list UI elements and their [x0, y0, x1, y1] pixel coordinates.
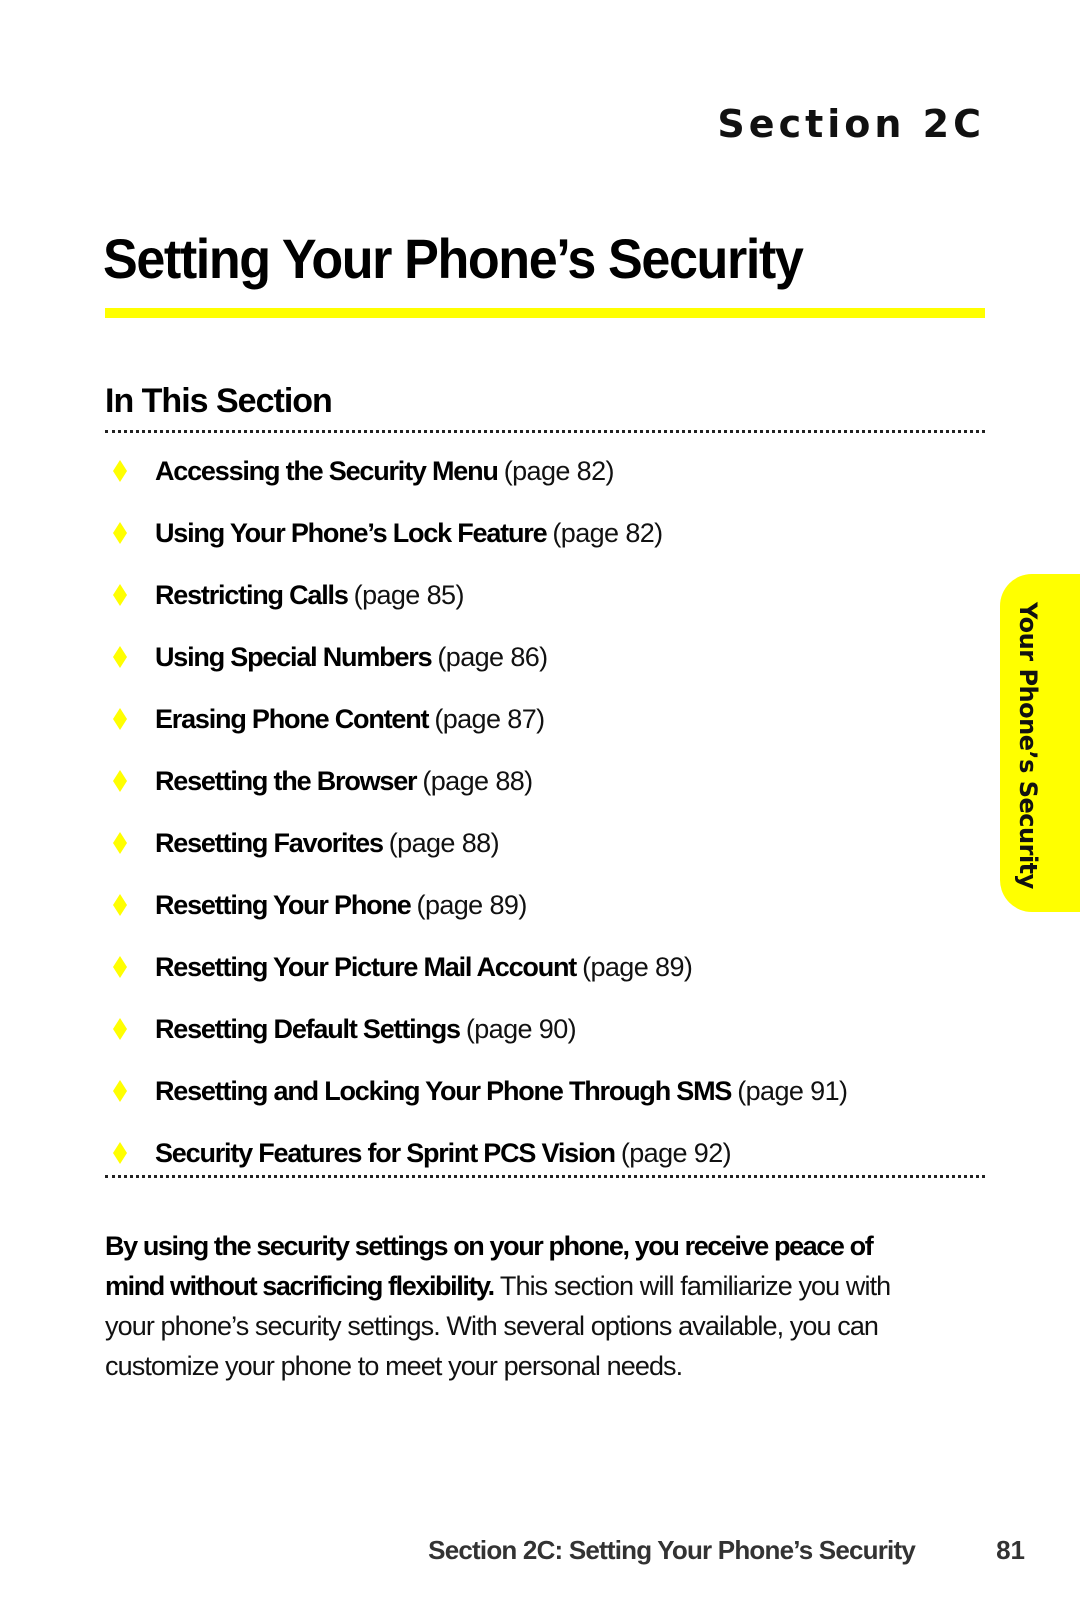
toc-item-title: Resetting Default Settings	[155, 1013, 461, 1044]
footer-section-title: Section 2C: Setting Your Phone’s Securit…	[428, 1535, 916, 1565]
toc-item-title: Resetting Your Phone	[155, 889, 412, 920]
dotted-divider-bottom	[105, 1175, 985, 1178]
diamond-icon	[113, 1018, 127, 1040]
toc-item-title: Resetting and Locking Your Phone Through…	[155, 1075, 732, 1106]
toc-item-page: (page 87)	[434, 703, 545, 734]
toc-item-page: (page 91)	[737, 1075, 848, 1106]
toc-item-page: (page 85)	[353, 579, 465, 610]
toc-item-page: (page 89)	[416, 889, 528, 920]
toc-item-page: (page 86)	[437, 641, 548, 672]
toc-item-title: Restricting Calls	[155, 579, 349, 610]
toc-item-title: Security Features for Sprint PCS Vision	[155, 1137, 616, 1168]
section-contents-list: Accessing the Security Menu (page 82) Us…	[105, 440, 965, 1184]
title-underline	[105, 308, 985, 318]
toc-item[interactable]: Restricting Calls (page 85)	[105, 564, 965, 626]
diamond-icon	[113, 708, 127, 730]
page-title: Setting Your Phone’s Security	[103, 227, 804, 290]
diamond-icon	[113, 1142, 127, 1164]
diamond-icon	[113, 894, 127, 916]
toc-item-page: (page 82)	[503, 455, 615, 486]
toc-item[interactable]: Resetting Your Phone (page 89)	[105, 874, 965, 936]
diamond-icon	[113, 832, 127, 854]
diamond-icon	[113, 584, 127, 606]
toc-item-title: Resetting Your Picture Mail Account	[155, 951, 577, 982]
toc-item[interactable]: Resetting and Locking Your Phone Through…	[105, 1060, 965, 1122]
dotted-divider-top	[105, 430, 985, 433]
toc-item-title: Using Your Phone’s Lock Feature	[155, 517, 548, 548]
diamond-icon	[113, 460, 127, 482]
toc-item-page: (page 89)	[582, 951, 693, 982]
toc-item[interactable]: Using Your Phone’s Lock Feature (page 82…	[105, 502, 965, 564]
toc-item-page: (page 90)	[465, 1013, 577, 1044]
toc-item-page: (page 82)	[552, 517, 663, 548]
toc-item-title: Erasing Phone Content	[155, 703, 430, 734]
diamond-icon	[113, 646, 127, 668]
toc-item[interactable]: Resetting Favorites (page 88)	[105, 812, 965, 874]
page-footer: Section 2C: Setting Your Phone’s Securit…	[0, 1535, 1080, 1575]
chapter-side-tab: Your Phone’s Security	[1000, 574, 1080, 912]
section-label: Section 2C	[717, 102, 985, 146]
diamond-icon	[113, 1080, 127, 1102]
diamond-icon	[113, 770, 127, 792]
toc-item[interactable]: Using Special Numbers (page 86)	[105, 626, 965, 688]
toc-item-page: (page 92)	[620, 1137, 732, 1168]
toc-item[interactable]: Resetting Default Settings (page 90)	[105, 998, 965, 1060]
in-this-section-heading: In This Section	[105, 382, 333, 420]
toc-item-page: (page 88)	[422, 765, 533, 796]
side-tab-label: Your Phone’s Security	[1014, 602, 1042, 889]
toc-item-title: Using Special Numbers	[155, 641, 433, 672]
toc-item-page: (page 88)	[388, 827, 500, 858]
toc-item-title: Resetting the Browser	[155, 765, 418, 796]
toc-item[interactable]: Erasing Phone Content (page 87)	[105, 688, 965, 750]
toc-item[interactable]: Resetting Your Picture Mail Account (pag…	[105, 936, 965, 998]
toc-item-title: Resetting Favorites	[155, 827, 384, 858]
toc-item-title: Accessing the Security Menu	[155, 455, 499, 486]
diamond-icon	[113, 522, 127, 544]
intro-paragraph: By using the security settings on your p…	[105, 1226, 935, 1386]
toc-item[interactable]: Accessing the Security Menu (page 82)	[105, 440, 965, 502]
toc-item[interactable]: Resetting the Browser (page 88)	[105, 750, 965, 812]
page-number: 81	[996, 1535, 1025, 1565]
diamond-icon	[113, 956, 127, 978]
